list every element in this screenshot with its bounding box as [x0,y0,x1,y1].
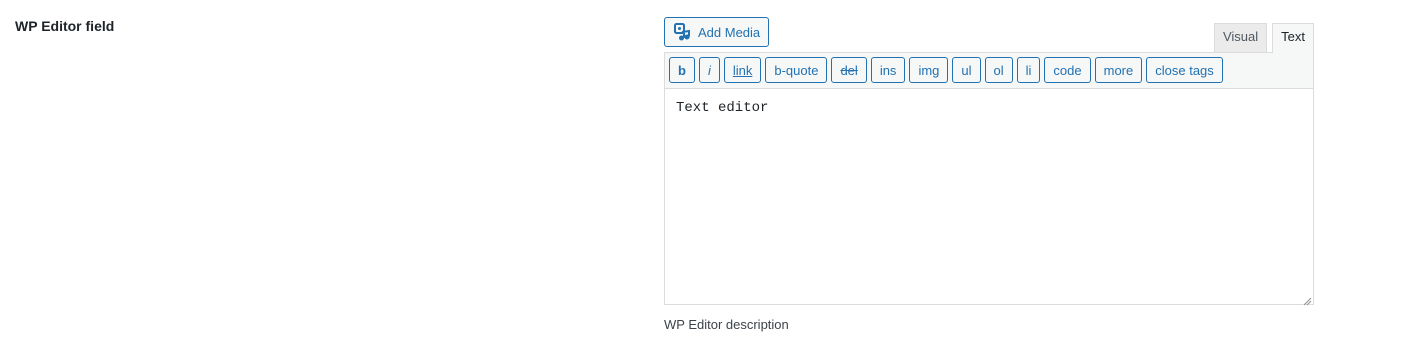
qt-img-button[interactable]: img [909,57,949,83]
qt-ul-button[interactable]: ul [952,57,981,83]
editor-content: Text editor [676,100,769,116]
resize-handle-icon[interactable] [1303,294,1312,306]
editor-container: b i link b-quote del ins img ul ol li co… [664,52,1314,306]
qt-ol-button[interactable]: ol [984,57,1013,83]
qt-link-button[interactable]: link [723,57,762,83]
tab-text[interactable]: Text [1272,23,1314,53]
field-description: WP Editor description [664,317,789,332]
quicktags-toolbar: b i link b-quote del ins img ul ol li co… [665,53,1313,89]
add-media-label: Add Media [698,24,761,40]
qt-code-button[interactable]: code [1044,57,1091,83]
editor-tools: Add Media Visual Text [664,17,1314,53]
field-label: WP Editor field [15,18,115,34]
editor-textarea[interactable]: Text editor [665,89,1313,306]
add-media-button[interactable]: Add Media [664,17,770,47]
qt-close-tags-button[interactable]: close tags [1146,57,1223,83]
qt-italic-button[interactable]: i [698,57,720,83]
qt-del-button[interactable]: del [831,57,867,83]
editor-tabs: Visual Text [1209,23,1314,53]
qt-li-button[interactable]: li [1016,57,1041,83]
qt-more-button[interactable]: more [1094,57,1143,83]
media-icon [674,23,692,41]
wp-editor-wrap: Add Media Visual Text b i link b-quote d… [664,17,1314,332]
qt-ins-button[interactable]: ins [870,57,906,83]
qt-blockquote-button[interactable]: b-quote [765,57,828,83]
tab-visual[interactable]: Visual [1213,23,1268,52]
qt-bold-button[interactable]: b [669,57,695,83]
